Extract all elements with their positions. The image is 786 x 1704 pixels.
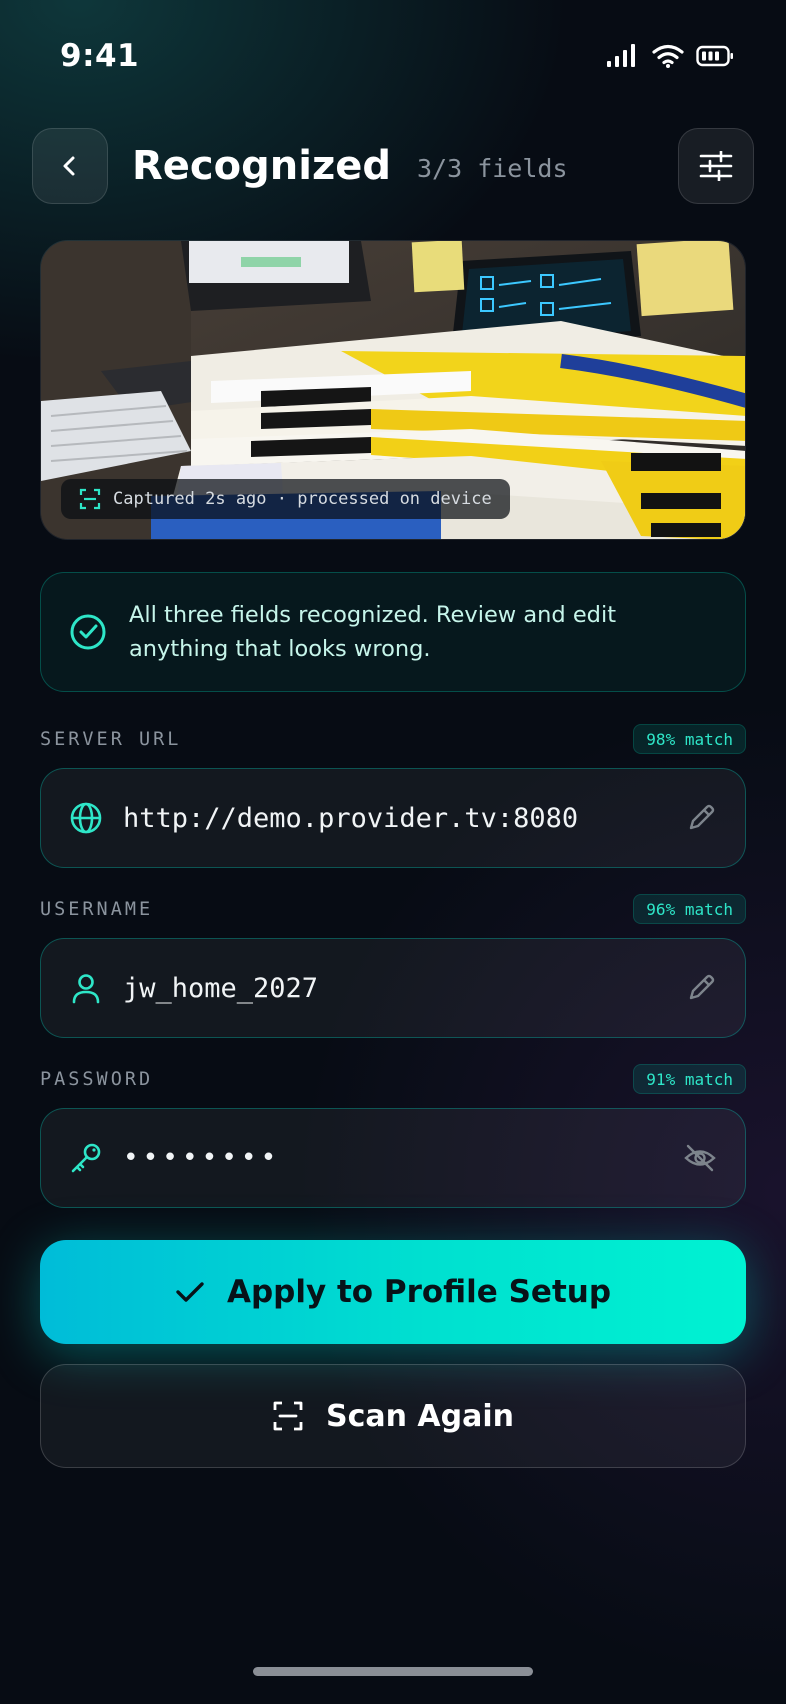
status-icons [606,44,734,68]
globe-icon [70,802,102,834]
check-icon [176,1282,204,1302]
scan-again-label: Scan Again [325,1398,514,1434]
capture-caption-text: Captured 2s ago · processed on device [113,489,492,509]
sliders-icon [699,151,733,181]
scan-frame-icon [273,1401,303,1431]
password-label: PASSWORD [40,1068,154,1090]
home-indicator[interactable] [253,1667,533,1676]
username-field[interactable]: jw_home_2027 [40,938,746,1038]
check-circle-icon [70,614,106,650]
scan-again-button[interactable]: Scan Again [40,1364,746,1468]
status-time: 9:41 [60,38,140,74]
server-url-field[interactable]: http://demo.provider.tv:8080 [40,768,746,868]
signal-icon [607,44,635,67]
status-bar: 9:41 [60,38,734,74]
key-icon [71,1143,101,1173]
capture-caption: Captured 2s ago · processed on device [61,479,510,519]
pencil-icon[interactable] [685,802,717,834]
password-match-badge: 91% match [633,1064,746,1094]
server-url-label: SERVER URL [40,728,182,750]
recognition-notice: All three fields recognized. Review and … [40,572,746,692]
server-url-label-row: SERVER URL 98% match [40,723,746,755]
username-label: USERNAME [40,898,154,920]
password-label-row: PASSWORD 91% match [40,1063,746,1095]
pencil-icon[interactable] [685,972,717,1004]
chevron-left-icon [63,156,75,176]
page-title: Recognized [132,143,391,189]
back-button[interactable] [32,128,108,204]
eye-off-icon[interactable] [683,1141,717,1175]
server-url-value[interactable]: http://demo.provider.tv:8080 [123,803,685,834]
adjust-button[interactable] [678,128,754,204]
password-field[interactable]: •••••••• [40,1108,746,1208]
header: Recognized 3/3 fields [32,128,754,204]
user-icon [72,974,100,1004]
notice-text: All three fields recognized. Review and … [129,602,617,662]
username-match-badge: 96% match [633,894,746,924]
password-value[interactable]: •••••••• [123,1143,683,1173]
username-label-row: USERNAME 96% match [40,893,746,925]
captured-photo: Captured 2s ago · processed on device [40,240,746,540]
apply-to-profile-button[interactable]: Apply to Profile Setup [40,1240,746,1344]
battery-icon [696,45,733,67]
wifi-icon [652,44,684,68]
username-value[interactable]: jw_home_2027 [123,973,685,1004]
apply-to-profile-label: Apply to Profile Setup [226,1274,612,1310]
scan-frame-icon [79,488,101,510]
field-count: 3/3 fields [416,153,568,183]
server-url-match-badge: 98% match [633,724,746,754]
